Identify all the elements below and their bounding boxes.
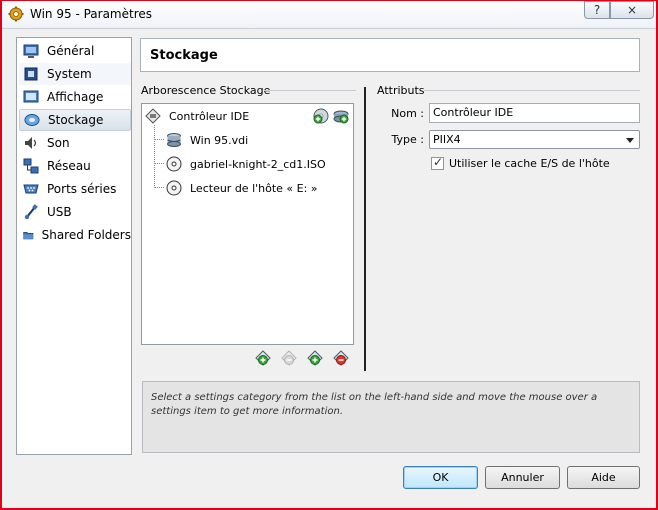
tree-connector — [154, 125, 155, 188]
cd-icon — [166, 180, 182, 196]
divider — [424, 90, 640, 91]
sidebar-item-label: Stockage — [48, 113, 104, 127]
info-text: Select a settings category from the list… — [151, 392, 598, 417]
close-button[interactable]: × — [610, 1, 654, 19]
tree-item-disk[interactable]: Win 95.vdi — [166, 130, 248, 150]
sidebar-item-label: USB — [47, 205, 72, 219]
usb-icon — [24, 204, 38, 220]
sidebar-item-usb[interactable]: USB — [19, 201, 131, 223]
tree-item-host-drive[interactable]: Lecteur de l'hôte « E: » — [166, 178, 318, 198]
host-io-cache-label: Utiliser le cache E/S de l'hôte — [449, 157, 610, 170]
tree-item-iso[interactable]: gabriel-knight-2_cd1.ISO — [166, 154, 326, 174]
storage-tree-label: Arborescence Stockage — [141, 84, 271, 97]
display-icon — [23, 90, 39, 103]
ide-controller-icon — [145, 108, 161, 124]
type-label: Type : — [391, 133, 424, 146]
sidebar-item-storage[interactable]: Stockage — [19, 109, 131, 131]
add-controller-icon[interactable] — [255, 350, 271, 366]
type-select-value: PIIX4 — [433, 133, 461, 146]
monitor-icon — [23, 44, 39, 58]
controller-label: Contrôleur IDE — [169, 109, 250, 123]
info-panel: Select a settings category from the list… — [142, 381, 640, 453]
add-cd-icon[interactable] — [313, 108, 329, 124]
chevron-down-icon — [626, 138, 634, 143]
attributes-label: Attributs — [377, 84, 425, 97]
tree-item-label: Win 95.vdi — [190, 133, 249, 147]
page-title: Stockage — [150, 48, 218, 63]
sidebar-item-label: Shared Folders — [41, 228, 131, 242]
serial-port-icon — [23, 184, 39, 194]
name-label: Nom : — [391, 107, 424, 120]
divider — [264, 90, 356, 91]
sidebar-item-sound[interactable]: Son — [19, 132, 131, 154]
sidebar-item-label: System — [47, 67, 92, 81]
page-header: Stockage — [140, 38, 640, 72]
settings-window: Win 95 - Paramètres ? × Général System A… — [0, 0, 658, 510]
remove-attachment-icon[interactable] — [333, 350, 349, 366]
gear-icon — [8, 6, 24, 22]
tree-connector — [154, 187, 164, 188]
storage-tree[interactable]: Contrôleur IDE Win 95.vdi gabriel-knight… — [141, 103, 354, 345]
cd-icon — [166, 156, 182, 172]
hard-disk-icon — [167, 133, 181, 147]
sidebar-item-label: Affichage — [47, 90, 104, 104]
tree-connector — [154, 139, 164, 140]
title-bar[interactable]: Win 95 - Paramètres ? × — [2, 1, 656, 29]
pane-splitter[interactable] — [364, 87, 366, 371]
host-io-cache-checkbox[interactable] — [431, 155, 444, 170]
add-attachment-icon[interactable] — [307, 350, 323, 366]
network-icon — [23, 158, 39, 174]
help-button[interactable]: Aide — [567, 466, 640, 489]
chip-icon — [24, 67, 38, 81]
settings-category-list[interactable]: Général System Affichage Stockage Son Ré… — [16, 37, 132, 455]
name-field[interactable]: Contrôleur IDE — [429, 103, 640, 123]
tree-item-label: gabriel-knight-2_cd1.ISO — [190, 157, 326, 171]
remove-controller-icon[interactable] — [281, 350, 297, 366]
window-title: Win 95 - Paramètres — [30, 7, 153, 21]
sidebar-item-label: Général — [47, 44, 95, 58]
sidebar-item-network[interactable]: Réseau — [19, 155, 131, 177]
sidebar-item-shared-folders[interactable]: Shared Folders — [19, 224, 131, 246]
sidebar-item-label: Son — [47, 136, 70, 150]
type-select[interactable]: PIIX4 — [429, 130, 640, 149]
cancel-button[interactable]: Annuler — [485, 466, 560, 489]
storage-icon — [24, 114, 40, 126]
sidebar-item-label: Ports séries — [47, 182, 117, 196]
sidebar-item-serial-ports[interactable]: Ports séries — [19, 178, 131, 200]
help-title-button[interactable]: ? — [584, 1, 610, 19]
ok-button[interactable]: OK — [403, 466, 478, 489]
sidebar-item-display[interactable]: Affichage — [19, 86, 131, 108]
sidebar-item-system[interactable]: System — [19, 63, 131, 85]
tree-item-label: Lecteur de l'hôte « E: » — [190, 181, 318, 195]
sidebar-item-general[interactable]: Général — [19, 40, 131, 62]
folder-icon — [23, 232, 34, 240]
add-hard-disk-icon[interactable] — [333, 108, 349, 124]
tree-connector — [154, 163, 164, 164]
sidebar-item-label: Réseau — [47, 159, 91, 173]
speaker-icon — [25, 137, 37, 149]
